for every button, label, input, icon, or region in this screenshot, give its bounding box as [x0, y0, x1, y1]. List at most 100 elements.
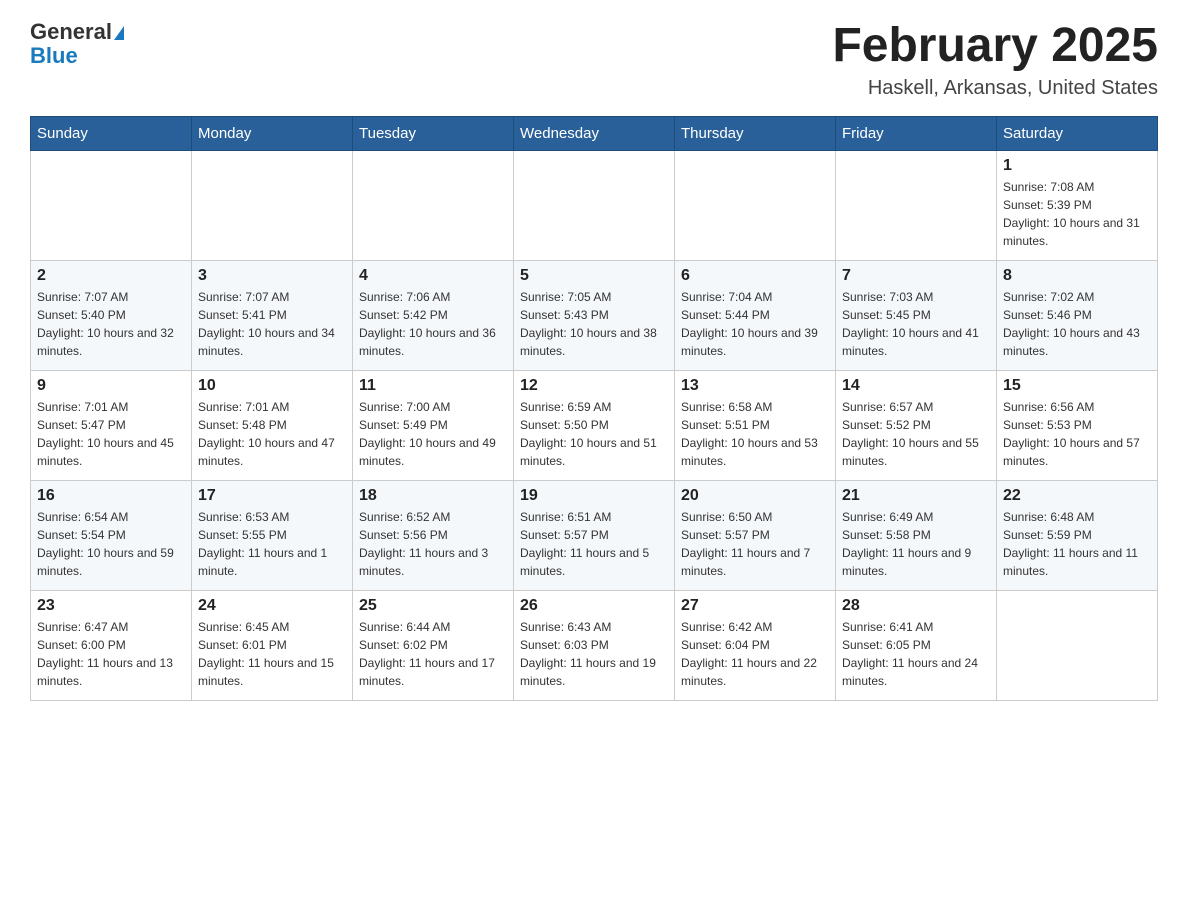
weekday-header-saturday: Saturday	[997, 116, 1158, 150]
week-row-2: 2 Sunrise: 7:07 AMSunset: 5:40 PMDaylight…	[31, 260, 1158, 370]
day-info: Sunrise: 6:42 AMSunset: 6:04 PMDaylight:…	[681, 618, 829, 690]
day-number: 22	[1003, 487, 1151, 505]
day-info: Sunrise: 6:43 AMSunset: 6:03 PMDaylight:…	[520, 618, 668, 690]
day-cell: 13 Sunrise: 6:58 AMSunset: 5:51 PMDayligh…	[675, 370, 836, 480]
day-number: 24	[198, 597, 346, 615]
day-cell: 3 Sunrise: 7:07 AMSunset: 5:41 PMDaylight…	[192, 260, 353, 370]
day-number: 3	[198, 267, 346, 285]
day-number: 13	[681, 377, 829, 395]
day-number: 8	[1003, 267, 1151, 285]
day-number: 14	[842, 377, 990, 395]
page-header: General Blue February 2025 Haskell, Arka…	[30, 20, 1158, 100]
weekday-row: SundayMondayTuesdayWednesdayThursdayFrid…	[31, 116, 1158, 150]
day-info: Sunrise: 7:00 AMSunset: 5:49 PMDaylight:…	[359, 398, 507, 470]
week-row-3: 9 Sunrise: 7:01 AMSunset: 5:47 PMDaylight…	[31, 370, 1158, 480]
day-info: Sunrise: 6:49 AMSunset: 5:58 PMDaylight:…	[842, 508, 990, 580]
day-info: Sunrise: 6:53 AMSunset: 5:55 PMDaylight:…	[198, 508, 346, 580]
weekday-header-sunday: Sunday	[31, 116, 192, 150]
day-info: Sunrise: 6:52 AMSunset: 5:56 PMDaylight:…	[359, 508, 507, 580]
week-row-4: 16 Sunrise: 6:54 AMSunset: 5:54 PMDayligh…	[31, 480, 1158, 590]
calendar-subtitle: Haskell, Arkansas, United States	[832, 77, 1158, 100]
day-number: 2	[37, 267, 185, 285]
day-cell: 1 Sunrise: 7:08 AMSunset: 5:39 PMDaylight…	[997, 150, 1158, 260]
day-info: Sunrise: 6:58 AMSunset: 5:51 PMDaylight:…	[681, 398, 829, 470]
day-cell	[353, 150, 514, 260]
day-cell: 9 Sunrise: 7:01 AMSunset: 5:47 PMDaylight…	[31, 370, 192, 480]
day-info: Sunrise: 6:47 AMSunset: 6:00 PMDaylight:…	[37, 618, 185, 690]
day-info: Sunrise: 7:07 AMSunset: 5:40 PMDaylight:…	[37, 288, 185, 360]
day-number: 9	[37, 377, 185, 395]
day-number: 23	[37, 597, 185, 615]
logo: General Blue	[30, 20, 124, 68]
week-row-5: 23 Sunrise: 6:47 AMSunset: 6:00 PMDayligh…	[31, 590, 1158, 700]
day-info: Sunrise: 7:02 AMSunset: 5:46 PMDaylight:…	[1003, 288, 1151, 360]
day-number: 28	[842, 597, 990, 615]
logo-blue-text: Blue	[30, 44, 124, 68]
weekday-header-wednesday: Wednesday	[514, 116, 675, 150]
day-info: Sunrise: 7:07 AMSunset: 5:41 PMDaylight:…	[198, 288, 346, 360]
day-info: Sunrise: 7:04 AMSunset: 5:44 PMDaylight:…	[681, 288, 829, 360]
day-number: 7	[842, 267, 990, 285]
weekday-header-thursday: Thursday	[675, 116, 836, 150]
day-number: 11	[359, 377, 507, 395]
day-info: Sunrise: 6:50 AMSunset: 5:57 PMDaylight:…	[681, 508, 829, 580]
day-cell: 8 Sunrise: 7:02 AMSunset: 5:46 PMDaylight…	[997, 260, 1158, 370]
day-cell	[192, 150, 353, 260]
day-number: 17	[198, 487, 346, 505]
day-cell	[836, 150, 997, 260]
calendar-body: 1 Sunrise: 7:08 AMSunset: 5:39 PMDaylight…	[31, 150, 1158, 700]
day-cell: 11 Sunrise: 7:00 AMSunset: 5:49 PMDayligh…	[353, 370, 514, 480]
day-cell: 19Sunrise: 6:51 AMSunset: 5:57 PMDayligh…	[514, 480, 675, 590]
day-cell: 10 Sunrise: 7:01 AMSunset: 5:48 PMDayligh…	[192, 370, 353, 480]
day-number: 15	[1003, 377, 1151, 395]
day-number: 12	[520, 377, 668, 395]
day-cell: 4 Sunrise: 7:06 AMSunset: 5:42 PMDaylight…	[353, 260, 514, 370]
day-info: Sunrise: 6:57 AMSunset: 5:52 PMDaylight:…	[842, 398, 990, 470]
weekday-header-friday: Friday	[836, 116, 997, 150]
day-cell: 12 Sunrise: 6:59 AMSunset: 5:50 PMDayligh…	[514, 370, 675, 480]
day-cell: 21 Sunrise: 6:49 AMSunset: 5:58 PMDayligh…	[836, 480, 997, 590]
day-cell: 18 Sunrise: 6:52 AMSunset: 5:56 PMDayligh…	[353, 480, 514, 590]
weekday-header-monday: Monday	[192, 116, 353, 150]
day-number: 26	[520, 597, 668, 615]
day-info: Sunrise: 7:01 AMSunset: 5:47 PMDaylight:…	[37, 398, 185, 470]
day-cell: 5Sunrise: 7:05 AMSunset: 5:43 PMDaylight…	[514, 260, 675, 370]
day-info: Sunrise: 6:59 AMSunset: 5:50 PMDaylight:…	[520, 398, 668, 470]
day-info: Sunrise: 6:45 AMSunset: 6:01 PMDaylight:…	[198, 618, 346, 690]
day-number: 19	[520, 487, 668, 505]
day-info: Sunrise: 7:08 AMSunset: 5:39 PMDaylight:…	[1003, 178, 1151, 250]
day-info: Sunrise: 7:01 AMSunset: 5:48 PMDaylight:…	[198, 398, 346, 470]
day-cell: 15 Sunrise: 6:56 AMSunset: 5:53 PMDayligh…	[997, 370, 1158, 480]
day-number: 18	[359, 487, 507, 505]
day-cell	[997, 590, 1158, 700]
logo-general-text: General	[30, 19, 112, 44]
day-cell: 7Sunrise: 7:03 AMSunset: 5:45 PMDaylight…	[836, 260, 997, 370]
day-cell: 16 Sunrise: 6:54 AMSunset: 5:54 PMDayligh…	[31, 480, 192, 590]
day-cell	[514, 150, 675, 260]
day-number: 27	[681, 597, 829, 615]
day-cell: 26 Sunrise: 6:43 AMSunset: 6:03 PMDayligh…	[514, 590, 675, 700]
day-cell: 23 Sunrise: 6:47 AMSunset: 6:00 PMDayligh…	[31, 590, 192, 700]
day-number: 4	[359, 267, 507, 285]
day-cell: 2 Sunrise: 7:07 AMSunset: 5:40 PMDaylight…	[31, 260, 192, 370]
day-number: 21	[842, 487, 990, 505]
day-cell: 22 Sunrise: 6:48 AMSunset: 5:59 PMDayligh…	[997, 480, 1158, 590]
day-info: Sunrise: 7:05 AMSunset: 5:43 PMDaylight:…	[520, 288, 668, 360]
day-info: Sunrise: 6:41 AMSunset: 6:05 PMDaylight:…	[842, 618, 990, 690]
calendar-header: SundayMondayTuesdayWednesdayThursdayFrid…	[31, 116, 1158, 150]
day-info: Sunrise: 6:54 AMSunset: 5:54 PMDaylight:…	[37, 508, 185, 580]
weekday-header-tuesday: Tuesday	[353, 116, 514, 150]
day-info: Sunrise: 7:06 AMSunset: 5:42 PMDaylight:…	[359, 288, 507, 360]
day-info: Sunrise: 6:56 AMSunset: 5:53 PMDaylight:…	[1003, 398, 1151, 470]
day-number: 16	[37, 487, 185, 505]
day-number: 1	[1003, 157, 1151, 175]
logo-triangle-icon	[114, 26, 124, 40]
calendar-title: February 2025	[832, 20, 1158, 73]
day-cell: 25Sunrise: 6:44 AMSunset: 6:02 PMDayligh…	[353, 590, 514, 700]
day-cell: 17 Sunrise: 6:53 AMSunset: 5:55 PMDayligh…	[192, 480, 353, 590]
day-number: 10	[198, 377, 346, 395]
day-cell	[31, 150, 192, 260]
day-cell: 20Sunrise: 6:50 AMSunset: 5:57 PMDayligh…	[675, 480, 836, 590]
day-info: Sunrise: 6:48 AMSunset: 5:59 PMDaylight:…	[1003, 508, 1151, 580]
day-info: Sunrise: 6:44 AMSunset: 6:02 PMDaylight:…	[359, 618, 507, 690]
